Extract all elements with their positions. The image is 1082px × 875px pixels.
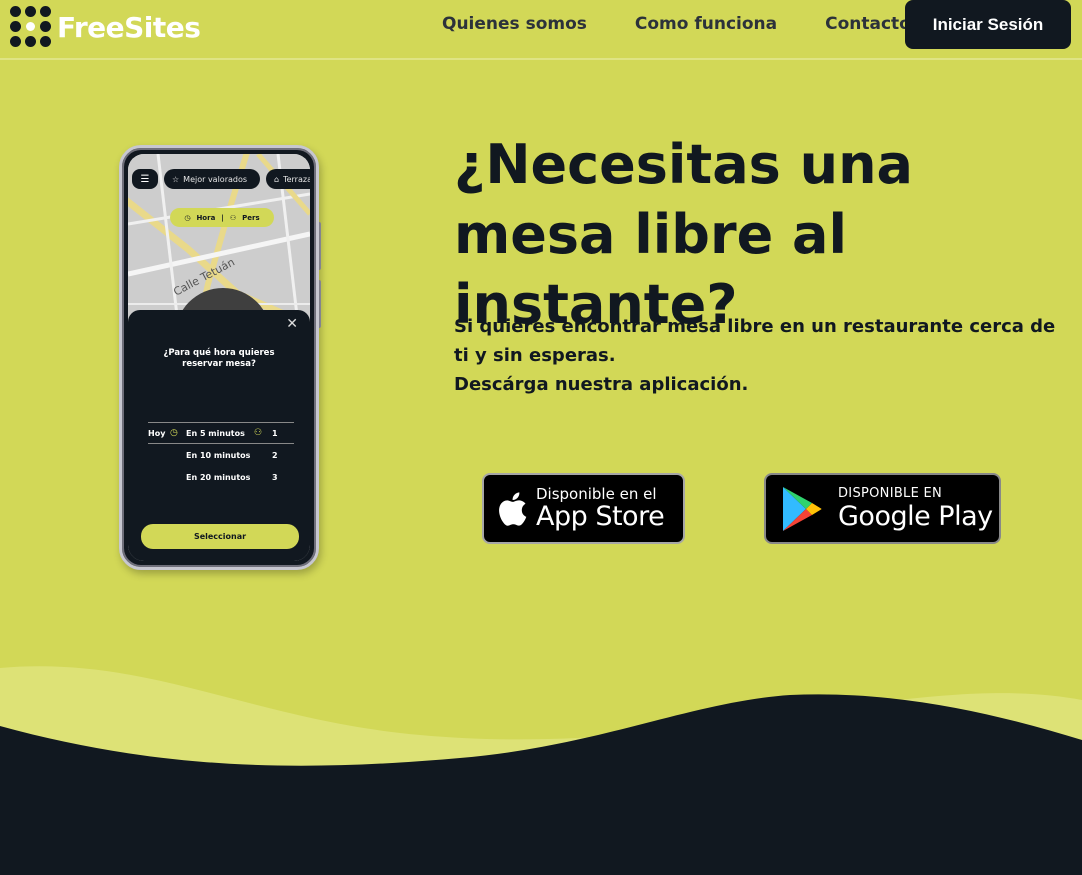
footer-waves: [0, 666, 1082, 875]
divider: |: [221, 213, 224, 222]
people-icon: ⚇: [254, 428, 263, 438]
chip-label: Terraza: [283, 174, 310, 184]
google-play-badge[interactable]: DISPONIBLE EN Google Play: [764, 473, 1001, 544]
phone-mockup: Calle Tetuán ☰ ☆ Mejor valorados ⌂ Terra…: [119, 145, 319, 570]
people-icon: ⚇: [229, 213, 237, 222]
google-play-icon: [783, 486, 822, 531]
chip-label: Mejor valorados: [183, 174, 248, 184]
close-icon[interactable]: ✕: [286, 316, 298, 332]
hero-description-line: Si quieres encontrar mesa libre en un re…: [454, 316, 1056, 366]
time-picker[interactable]: Hoy ◷ En 5 minutos ⚇ 1 En 10 minutos 2 E…: [148, 422, 294, 488]
app-store-big-text: App Store: [536, 500, 665, 532]
filter-icon[interactable]: ☰: [132, 169, 158, 189]
star-icon: ☆: [172, 174, 180, 184]
hero-description: Si quieres encontrar mesa libre en un re…: [454, 312, 1066, 399]
phone-screen: Calle Tetuán ☰ ☆ Mejor valorados ⌂ Terra…: [128, 154, 310, 561]
reservation-sheet: ✕ ¿Para qué hora quieres reservar mesa? …: [128, 310, 310, 561]
time-people-pill[interactable]: ◷ Hora | ⚇ Pers: [170, 208, 274, 227]
row-people: 3: [272, 472, 278, 482]
google-play-big-text: Google Play: [838, 500, 993, 532]
nav-link-quienes-somos[interactable]: Quienes somos: [442, 14, 587, 34]
hero-title: ¿Necesitas una mesa libre al instante?: [454, 133, 913, 336]
chip-mejor-valorados[interactable]: ☆ Mejor valorados: [164, 169, 260, 189]
navbar: FreeSites Quienes somos Como funciona Co…: [0, 0, 1082, 60]
chip-terraza[interactable]: ⌂ Terraza: [266, 169, 310, 189]
row-time: En 20 minutos: [186, 472, 251, 482]
select-button[interactable]: Seleccionar: [141, 524, 299, 549]
row-time: En 10 minutos: [186, 450, 251, 460]
sheet-question: ¿Para qué hora quieres reservar mesa?: [163, 348, 275, 369]
nav-link-como-funciona[interactable]: Como funciona: [635, 14, 777, 34]
row-people: 2: [272, 450, 278, 460]
app-store-small-text: Disponible en el: [536, 484, 657, 503]
login-button[interactable]: Iniciar Sesión: [905, 0, 1071, 49]
apple-icon: [499, 491, 527, 526]
logo[interactable]: FreeSites: [10, 6, 201, 48]
nav-links: Quienes somos Como funciona Contacto: [442, 12, 911, 36]
pill-pers-label: Pers: [242, 213, 260, 222]
hero-description-line: Descárga nuestra aplicación.: [454, 374, 749, 395]
clock-icon: ◷: [170, 428, 178, 438]
logo-dots-icon: [10, 6, 52, 48]
app-store-badge[interactable]: Disponible en el App Store: [482, 473, 685, 544]
nav-link-contacto[interactable]: Contacto: [825, 14, 911, 34]
row-day: Hoy: [148, 428, 166, 438]
time-row[interactable]: Hoy ◷ En 5 minutos ⚇ 1: [148, 422, 294, 444]
time-row[interactable]: En 20 minutos 3: [148, 466, 294, 488]
terrace-icon: ⌂: [274, 174, 280, 184]
brand-name: FreeSites: [57, 10, 201, 44]
row-time: En 5 minutos: [186, 428, 245, 438]
pill-hora-label: Hora: [196, 213, 216, 222]
row-people: 1: [272, 428, 278, 438]
clock-icon: ◷: [184, 213, 191, 222]
time-row[interactable]: En 10 minutos 2: [148, 444, 294, 466]
google-play-small-text: DISPONIBLE EN: [838, 485, 943, 501]
